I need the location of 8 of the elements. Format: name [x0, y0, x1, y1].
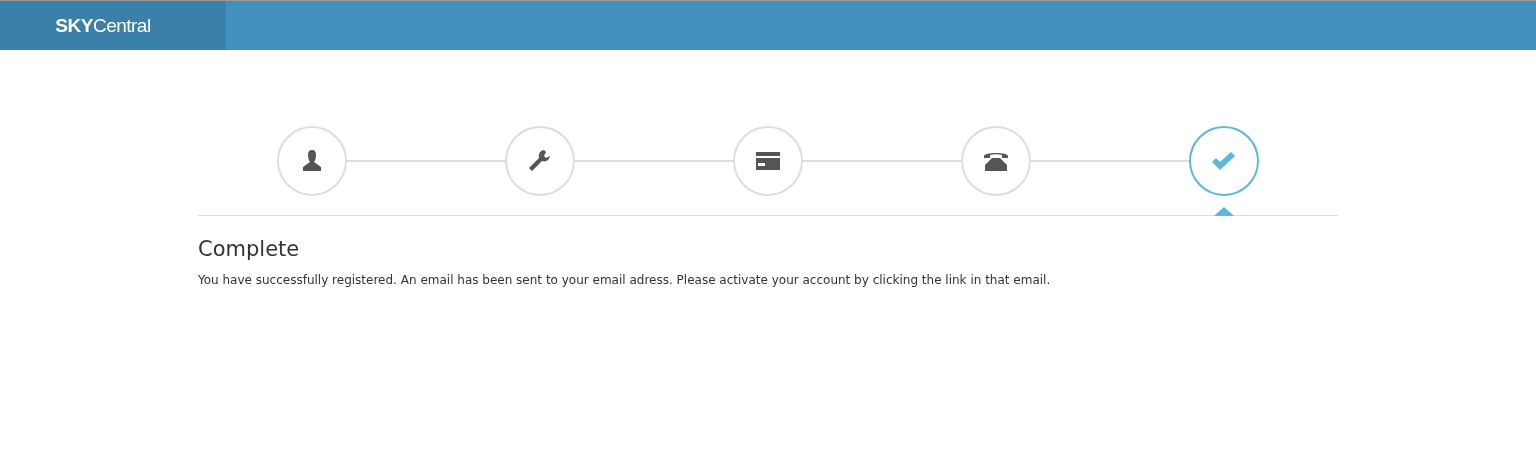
phone-icon — [983, 150, 1009, 172]
person-icon — [301, 149, 323, 173]
message-text: You have successfully registered. An email has been sent to your email adress. Please activate your account by clicking the link in that email. — [198, 273, 1052, 287]
logo[interactable]: SKYCentral — [0, 1, 226, 50]
check-icon — [1211, 151, 1237, 171]
section-title: Complete — [198, 237, 301, 261]
card-icon — [755, 151, 781, 171]
wrench-icon — [527, 148, 553, 174]
